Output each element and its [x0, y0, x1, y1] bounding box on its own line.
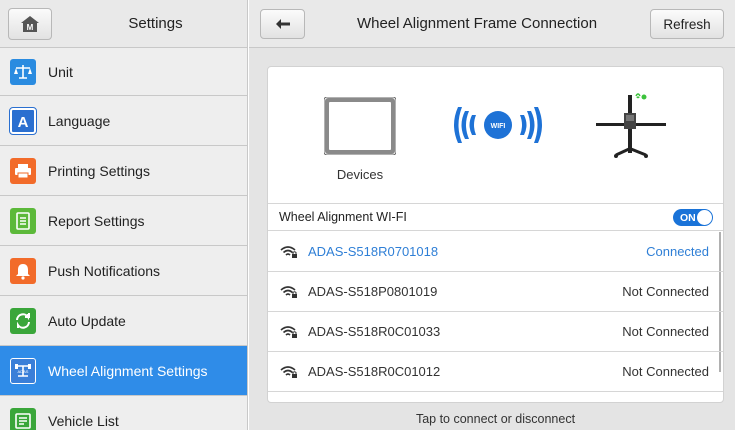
sidebar-item-report-settings[interactable]: Report Settings [0, 196, 247, 246]
network-item[interactable]: ADAS-S518R0C01033 Not Connected [268, 312, 723, 352]
tablet-device-icon [324, 97, 396, 155]
wifi-lock-icon [280, 285, 297, 298]
connection-hint: Tap to connect or disconnect [415, 412, 576, 426]
refresh-button[interactable]: Refresh [650, 9, 724, 39]
connection-panel: Devices WIFI Wheel Alignment WI-FI ON AD… [267, 66, 724, 403]
wifi-setting-label: Wheel Alignment WI-FI [279, 210, 407, 224]
bell-icon [10, 257, 36, 284]
network-name: ADAS-S518R0C01033 [308, 324, 441, 339]
network-item[interactable]: ADAS-S518P0801019 Not Connected [268, 272, 723, 312]
svg-text:A: A [18, 114, 29, 130]
wifi-lock-icon [280, 245, 297, 258]
main-content: Wheel Alignment Frame Connection Refresh… [249, 0, 735, 430]
back-arrow-icon [275, 19, 290, 29]
sidebar-item-label: Language [48, 112, 111, 129]
network-name: ADAS-S518P0801019 [308, 284, 438, 299]
network-name: ADAS-S518R0C01012 [308, 364, 441, 379]
connection-diagram: Devices WIFI [268, 67, 723, 202]
toggle-knob [697, 210, 712, 225]
network-status: Connected [646, 244, 709, 259]
sidebar-item-label: Wheel Alignment Settings [48, 362, 208, 379]
sidebar-item-label: Unit [48, 63, 73, 80]
settings-sidebar: M Settings Unit A Language Printing Sett… [0, 0, 248, 430]
network-name: ADAS-S518R0701018 [308, 244, 439, 259]
sidebar-item-wheel-alignment-settings[interactable]: ADAS Wheel Alignment Settings [0, 346, 247, 396]
wifi-toggle-label: ON [680, 211, 696, 224]
sidebar-item-printing-settings[interactable]: Printing Settings [0, 146, 247, 196]
sidebar-item-push-notifications[interactable]: Push Notifications [0, 246, 247, 296]
wifi-signal-icon: WIFI [454, 107, 542, 143]
wifi-lock-icon [280, 365, 297, 378]
main-header: Wheel Alignment Frame Connection Refresh [249, 0, 735, 48]
page-title: Wheel Alignment Frame Connection [356, 15, 598, 32]
network-status: Not Connected [622, 324, 709, 339]
wifi-setting-row: Wheel Alignment WI-FI ON [268, 203, 723, 231]
sidebar-header: M Settings [0, 0, 247, 48]
scale-icon [10, 58, 36, 85]
network-item[interactable]: ADAS-S518R0C01012 Not Connected [268, 352, 723, 392]
wifi-lock-icon [280, 325, 297, 338]
sidebar-item-vehicle-list[interactable]: Vehicle List [0, 396, 247, 430]
sidebar-item-label: Auto Update [48, 312, 126, 329]
sidebar-item-language[interactable]: A Language [0, 96, 247, 146]
sidebar-item-label: Report Settings [48, 212, 145, 229]
devices-label: Devices [336, 167, 384, 182]
language-icon: A [9, 106, 37, 135]
sidebar-item-label: Push Notifications [48, 262, 161, 279]
alignment-frame-icon [596, 93, 666, 158]
network-list: ADAS-S518R0701018 Connected ADAS-S518P08… [268, 232, 723, 402]
adas-icon: ADAS [10, 357, 36, 384]
report-icon [10, 207, 36, 234]
sidebar-title: Settings [128, 15, 183, 32]
sidebar-item-label: Vehicle List [48, 412, 119, 429]
wifi-badge-label: WIFI [491, 123, 506, 130]
sidebar-item-unit[interactable]: Unit [0, 48, 247, 96]
sidebar-item-auto-update[interactable]: Auto Update [0, 296, 247, 346]
vehicle-list-icon [10, 407, 36, 430]
network-item[interactable]: ADAS-S518R0701018 Connected [268, 232, 723, 272]
update-icon [10, 307, 36, 334]
svg-text:ADAS: ADAS [18, 369, 29, 374]
network-status: Not Connected [622, 364, 709, 379]
wifi-toggle[interactable]: ON [673, 209, 713, 226]
printer-icon [10, 157, 36, 184]
back-button[interactable] [260, 9, 305, 39]
network-status: Not Connected [622, 284, 709, 299]
sidebar-item-label: Printing Settings [48, 162, 150, 179]
